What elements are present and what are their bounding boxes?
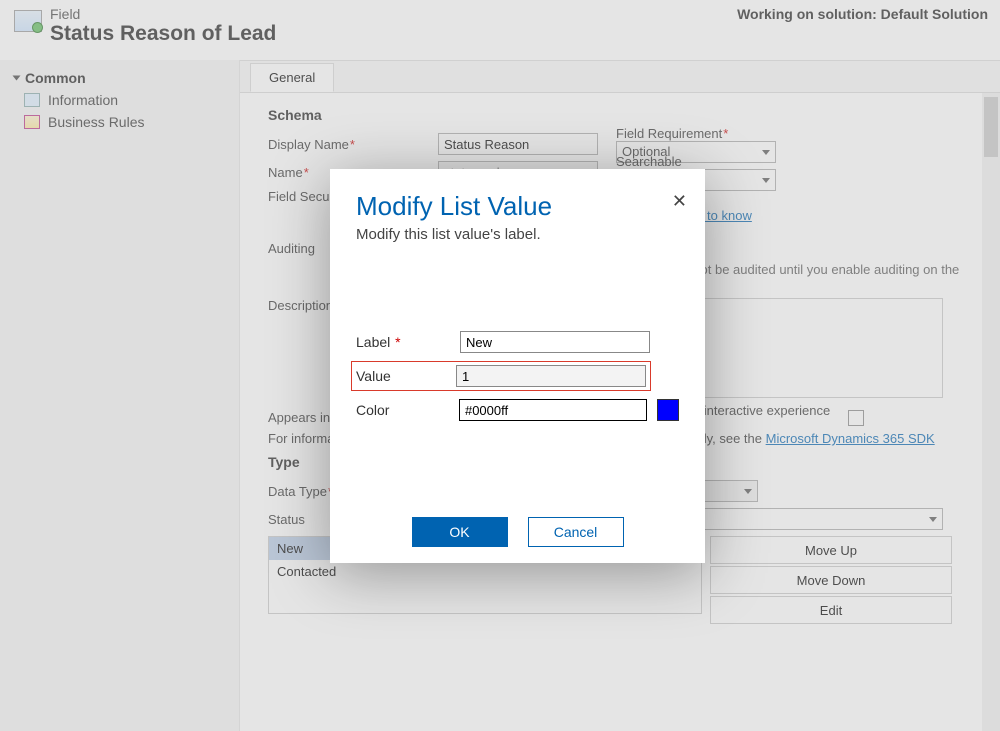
label-modal-value: Value xyxy=(356,368,456,384)
sidebar-item-business-rules[interactable]: Business Rules xyxy=(24,114,225,130)
label-searchable: Searchable xyxy=(616,154,786,169)
collapse-icon xyxy=(13,76,21,81)
label-field-requirement: Field Requirement* xyxy=(616,126,786,141)
header-label: Field xyxy=(50,6,276,22)
label-modal-label: Label * xyxy=(356,334,460,350)
button-ok[interactable]: OK xyxy=(412,517,508,547)
sidebar-item-label: Business Rules xyxy=(48,114,145,130)
sidebar-item-label: Information xyxy=(48,92,118,108)
header-title: Status Reason of Lead xyxy=(50,22,276,46)
input-display-name[interactable] xyxy=(438,133,598,155)
button-move-down[interactable]: Move Down xyxy=(710,566,952,594)
entity-icon xyxy=(14,10,42,32)
label-modal-color: Color xyxy=(356,402,459,418)
modal-subtitle: Modify this list value's label. xyxy=(356,226,679,243)
list-item-empty xyxy=(269,583,701,613)
close-icon[interactable]: ✕ xyxy=(672,191,687,212)
input-modal-value xyxy=(456,365,646,387)
button-edit[interactable]: Edit xyxy=(710,596,952,624)
sidebar: Common Information Business Rules xyxy=(0,60,240,731)
input-modal-label[interactable] xyxy=(460,331,650,353)
color-swatch[interactable] xyxy=(657,399,679,421)
button-cancel[interactable]: Cancel xyxy=(528,517,624,547)
form-icon xyxy=(24,93,40,107)
sidebar-group-common[interactable]: Common xyxy=(14,70,225,86)
checkbox-sortable[interactable] xyxy=(848,410,864,426)
working-on-solution: Working on solution: Default Solution xyxy=(737,6,988,22)
tab-strip: General xyxy=(240,61,1000,93)
section-schema: Schema xyxy=(268,107,972,123)
sidebar-item-information[interactable]: Information xyxy=(24,92,225,108)
modal-title: Modify List Value xyxy=(356,191,679,222)
rules-icon xyxy=(24,115,40,129)
list-item[interactable]: Contacted xyxy=(269,560,701,583)
modal-modify-list-value: Modify List Value Modify this list value… xyxy=(330,169,705,563)
link-sdk[interactable]: Microsoft Dynamics 365 SDK xyxy=(766,431,935,446)
label-display-name: Display Name* xyxy=(268,137,438,152)
highlight-value-row: Value xyxy=(351,361,651,391)
sidebar-group-label: Common xyxy=(25,70,86,86)
tab-general[interactable]: General xyxy=(250,63,334,92)
button-move-up[interactable]: Move Up xyxy=(710,536,952,564)
input-modal-color[interactable] xyxy=(459,399,647,421)
